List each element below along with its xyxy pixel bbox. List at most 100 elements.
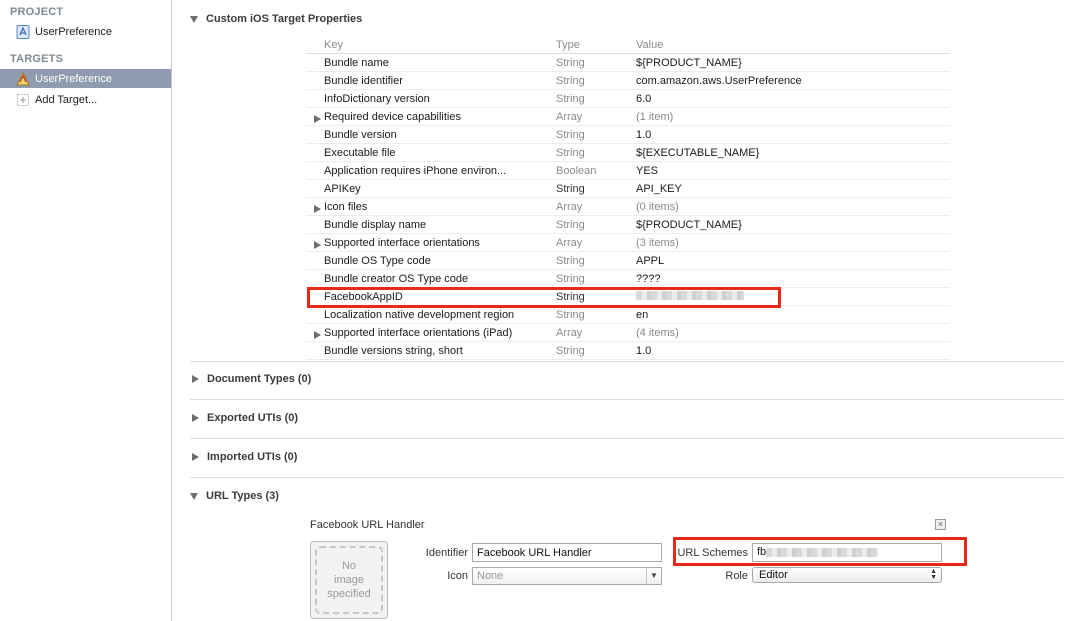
property-value[interactable]: ${PRODUCT_NAME} xyxy=(636,57,950,69)
property-value-label: ???? xyxy=(636,272,661,285)
table-row[interactable]: Bundle creator OS Type code String???? xyxy=(306,270,950,288)
property-type[interactable]: String xyxy=(556,309,636,321)
table-row[interactable]: APIKey String API_KEY xyxy=(306,180,950,198)
property-type[interactable]: String xyxy=(556,93,636,105)
property-key[interactable]: Localization native development region xyxy=(306,309,556,321)
property-type[interactable]: Array xyxy=(556,201,636,213)
table-row[interactable]: Executable file String ${EXECUTABLE_NAME} xyxy=(306,144,950,162)
property-type[interactable]: Boolean xyxy=(556,165,636,177)
property-key[interactable]: Supported interface orientations xyxy=(306,237,556,249)
url-schemes-field[interactable]: fb xyxy=(752,543,942,562)
table-row[interactable]: Bundle versions string, short String 1.0 xyxy=(306,342,950,360)
property-value[interactable]: 1.0 xyxy=(636,345,950,357)
table-row[interactable]: Application requires iPhone environ... Bo… xyxy=(306,162,950,180)
property-value[interactable]: ???? xyxy=(636,273,950,285)
identifier-field[interactable] xyxy=(472,543,662,562)
property-key[interactable]: Bundle display name xyxy=(306,219,556,231)
property-value[interactable]: (3 items) xyxy=(636,237,950,249)
table-row[interactable]: Bundle name String ${PRODUCT_NAME} xyxy=(306,54,950,72)
property-key[interactable]: Required device capabilities xyxy=(306,111,556,123)
property-key[interactable]: Bundle versions string, short xyxy=(306,345,556,357)
property-value[interactable]: (0 items) xyxy=(636,201,950,213)
property-key[interactable]: Bundle OS Type code xyxy=(306,255,556,267)
property-type[interactable]: String xyxy=(556,129,636,141)
property-value[interactable]: ${EXECUTABLE_NAME} xyxy=(636,147,950,159)
property-key[interactable]: Icon files xyxy=(306,201,556,213)
property-value[interactable]: 1.0 xyxy=(636,129,950,141)
custom-properties-header[interactable]: Custom iOS Target Properties xyxy=(190,13,362,25)
remove-url-type-button[interactable]: × xyxy=(935,519,946,530)
property-type[interactable]: String xyxy=(556,75,636,87)
property-value[interactable]: com.amazon.aws.UserPreference xyxy=(636,75,950,87)
property-key[interactable]: InfoDictionary version xyxy=(306,93,556,105)
property-key[interactable]: Bundle identifier xyxy=(306,75,556,87)
property-value[interactable]: 6.0 xyxy=(636,93,950,105)
disclosure-closed-icon xyxy=(192,375,199,383)
redacted-value xyxy=(636,290,744,300)
disclosure-closed-icon[interactable] xyxy=(314,240,321,249)
document-types-header[interactable]: Document Types (0) xyxy=(190,373,311,385)
property-type[interactable]: Array xyxy=(556,111,636,123)
table-row[interactable]: Bundle display name String ${PRODUCT_NAME} xyxy=(306,216,950,234)
property-key[interactable]: FacebookAppID xyxy=(306,291,556,303)
property-key[interactable]: Bundle creator OS Type code xyxy=(306,273,556,285)
property-value[interactable] xyxy=(636,290,950,303)
property-key[interactable]: Bundle name xyxy=(306,57,556,69)
column-header-key[interactable]: Key xyxy=(306,39,556,51)
property-type[interactable]: String xyxy=(556,255,636,267)
disclosure-closed-icon xyxy=(192,453,199,461)
table-row[interactable]: Required device capabilities Array (1 item… xyxy=(306,108,950,126)
column-header-value[interactable]: Value xyxy=(636,39,950,51)
url-icon-well[interactable]: No image specified xyxy=(310,541,388,619)
url-types-header[interactable]: URL Types (3) xyxy=(190,490,279,502)
disclosure-closed-icon[interactable] xyxy=(314,114,321,123)
property-key[interactable]: Executable file xyxy=(306,147,556,159)
table-row[interactable]: Bundle OS Type code String APPL xyxy=(306,252,950,270)
add-target-button[interactable]: Add Target... xyxy=(0,90,171,109)
property-value[interactable]: APPL xyxy=(636,255,950,267)
property-type[interactable]: String xyxy=(556,183,636,195)
chevron-down-icon[interactable]: ▼ xyxy=(646,568,661,584)
table-row[interactable]: Localization native development region St… xyxy=(306,306,950,324)
target-item-userpreference[interactable]: UserPreference xyxy=(0,69,171,88)
project-item[interactable]: UserPreference xyxy=(0,22,171,41)
property-type[interactable]: Array xyxy=(556,327,636,339)
property-value[interactable]: (1 item) xyxy=(636,111,950,123)
table-row[interactable]: InfoDictionary version String 6.0 xyxy=(306,90,950,108)
role-popup-button[interactable]: Editor ▲ ▼ xyxy=(752,567,942,583)
property-value[interactable]: en xyxy=(636,309,950,321)
property-type[interactable]: String xyxy=(556,147,636,159)
property-type[interactable]: String xyxy=(556,345,636,357)
imported-utis-title: Imported UTIs (0) xyxy=(207,451,298,463)
disclosure-closed-icon[interactable] xyxy=(314,330,321,339)
icon-combobox[interactable]: None ▼ xyxy=(472,567,662,585)
property-type[interactable]: String xyxy=(556,273,636,285)
property-key[interactable]: APIKey xyxy=(306,183,556,195)
property-type[interactable]: Array xyxy=(556,237,636,249)
property-key-label: Localization native development region xyxy=(324,308,515,321)
property-key[interactable]: Application requires iPhone environ... xyxy=(306,165,556,177)
disclosure-closed-icon xyxy=(192,414,199,422)
property-key-label: Executable file xyxy=(324,146,396,159)
property-value[interactable]: (4 items) xyxy=(636,327,950,339)
column-header-type[interactable]: Type xyxy=(556,39,636,51)
disclosure-closed-icon[interactable] xyxy=(314,204,321,213)
table-row[interactable]: Bundle version String 1.0 xyxy=(306,126,950,144)
table-row[interactable]: FacebookAppID String xyxy=(306,288,950,306)
table-row[interactable]: Icon files Array (0 items) xyxy=(306,198,950,216)
property-value[interactable]: ${PRODUCT_NAME} xyxy=(636,219,950,231)
exported-utis-header[interactable]: Exported UTIs (0) xyxy=(190,412,298,424)
property-key[interactable]: Bundle version xyxy=(306,129,556,141)
property-type[interactable]: String xyxy=(556,57,636,69)
imported-utis-header[interactable]: Imported UTIs (0) xyxy=(190,451,297,463)
property-key[interactable]: Supported interface orientations (iPad) xyxy=(306,327,556,339)
property-type[interactable]: String xyxy=(556,219,636,231)
table-row[interactable]: Supported interface orientations Array (3 … xyxy=(306,234,950,252)
table-row[interactable]: Supported interface orientations (iPad) A… xyxy=(306,324,950,342)
table-row[interactable]: Bundle identifier String com.amazon.aws.Us… xyxy=(306,72,950,90)
property-type[interactable]: String xyxy=(556,291,636,303)
property-key-label: Icon files xyxy=(324,200,368,213)
property-value[interactable]: API_KEY xyxy=(636,183,950,195)
property-value[interactable]: YES xyxy=(636,165,950,177)
project-file-icon xyxy=(16,24,30,39)
